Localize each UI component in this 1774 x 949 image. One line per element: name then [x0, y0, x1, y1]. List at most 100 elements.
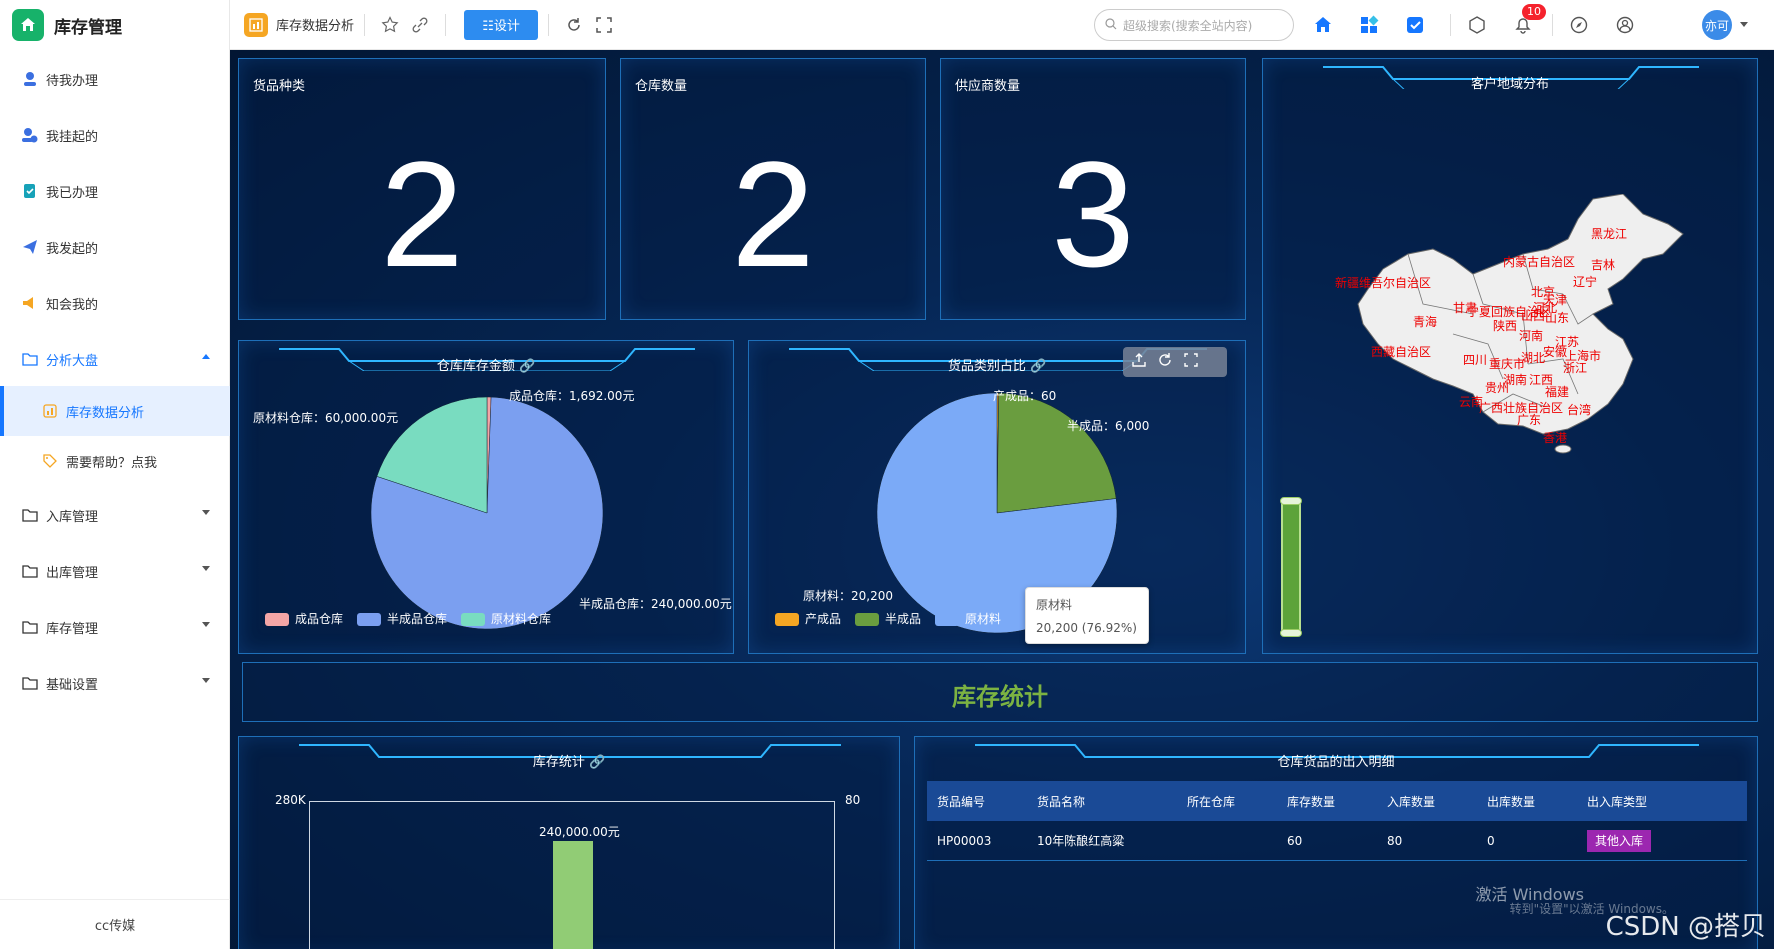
table-cell: 0 [1487, 833, 1495, 848]
search-input[interactable]: 超级搜索(搜索全站内容) [1094, 9, 1294, 41]
y-axis-tick: 80 [845, 793, 861, 807]
refresh-icon[interactable] [559, 10, 589, 40]
pie-label: 半成品：6,000 [1067, 419, 1150, 433]
chart-legend: 成品仓库 半成品仓库 原材料仓库 [265, 610, 551, 627]
divider [548, 13, 550, 36]
brand: 库存管理 [0, 0, 229, 50]
design-button[interactable]: ☷设计 [464, 9, 539, 40]
column-header[interactable]: 货品名称 [1027, 793, 1177, 810]
topbar: 库存数据分析 ☷设计 超级搜索(搜索全站内容) 10 亦可 [230, 0, 1774, 50]
legend-item[interactable]: 半成品 [855, 610, 921, 627]
notification-badge: 10 [1522, 4, 1546, 20]
sidebar-item-initiated[interactable]: 我发起的 [0, 222, 230, 272]
map-label: 贵州 [1485, 381, 1510, 395]
column-header[interactable]: 出库数量 [1477, 793, 1577, 810]
chevron-down-icon [202, 678, 210, 683]
divider [1552, 14, 1553, 36]
apps-icon[interactable] [1354, 10, 1384, 40]
stat-value: 2 [731, 130, 815, 298]
legend-item[interactable]: 原材料 [935, 610, 1001, 627]
slider-handle[interactable] [1280, 497, 1302, 505]
compass-icon[interactable] [1564, 10, 1594, 40]
chart-tooltip: 原材料 20,200 (76.92%) [1025, 587, 1149, 644]
table-cell: 80 [1387, 833, 1403, 848]
sidebar: 库存管理 待我办理 我挂起的 我已办理 我发起的 知会我的 分析大盘 库存数据分… [0, 0, 230, 949]
stat-title: 仓库数量 [635, 79, 688, 94]
home-icon[interactable] [1308, 10, 1338, 40]
folder-icon [20, 673, 40, 693]
legend-item[interactable]: 成品仓库 [265, 610, 343, 627]
sidebar-footer[interactable]: cc传媒 [0, 899, 230, 949]
bell-icon[interactable]: 10 [1508, 4, 1546, 40]
stat-title: 货品种类 [253, 79, 306, 94]
table-row[interactable]: HP00003 10年陈酿红高粱 60 80 0 其他入库 [927, 821, 1747, 861]
sidebar-item-suspended[interactable]: 我挂起的 [0, 110, 230, 160]
search-placeholder: 超级搜索(搜索全站内容) [1123, 18, 1253, 33]
slider-handle[interactable] [1280, 629, 1302, 637]
chevron-down-icon [202, 566, 210, 571]
pie-label: 成品仓库：1,692.00元 [509, 389, 635, 403]
map-label: 四川 [1463, 353, 1488, 367]
user-circle-icon[interactable] [1610, 10, 1640, 40]
app-title: 库存管理 [54, 17, 122, 38]
map-label: 西藏自治区 [1371, 345, 1432, 359]
chevron-down-icon [202, 510, 210, 515]
star-icon[interactable] [375, 10, 405, 40]
sidebar-item-stock-analysis[interactable]: 库存数据分析 [0, 386, 230, 436]
map-label: 香港 [1543, 431, 1568, 445]
link-icon[interactable]: 🔗 [589, 755, 605, 770]
bar[interactable] [553, 841, 593, 949]
column-header[interactable]: 所在仓库 [1177, 793, 1277, 810]
sidebar-item-label: 我已办理 [46, 185, 99, 201]
chevron-down-icon[interactable] [1740, 22, 1748, 27]
fullscreen-icon[interactable] [589, 10, 619, 40]
done-icon [20, 181, 40, 201]
sidebar-item-label: 基础设置 [46, 677, 99, 693]
sidebar-item-done[interactable]: 我已办理 [0, 166, 230, 216]
divider [1450, 14, 1451, 36]
column-header[interactable]: 出入库类型 [1577, 793, 1677, 810]
stat-title: 供应商数量 [955, 79, 1021, 94]
sidebar-item-notify[interactable]: 知会我的 [0, 278, 230, 328]
sidebar-item-analysis[interactable]: 分析大盘 [0, 334, 230, 384]
type-tag: 其他入库 [1587, 830, 1652, 852]
table-cell: 10年陈酿红高粱 [1037, 834, 1125, 848]
map-label: 福建 [1545, 385, 1570, 399]
column-header[interactable]: 货品编号 [927, 793, 1027, 810]
map-label: 浙江 [1563, 361, 1588, 375]
stat-card-suppliers: 供应商数量 3 [940, 58, 1246, 320]
home-logo-icon [12, 9, 44, 41]
chart-title: 库存统计 [532, 755, 585, 770]
column-header[interactable]: 库存数量 [1277, 793, 1377, 810]
banner-title: 库存统计 [952, 683, 1048, 711]
divider [445, 13, 447, 36]
folder-icon [20, 617, 40, 637]
map-label: 广东 [1517, 413, 1542, 427]
map-label: 青海 [1413, 315, 1438, 329]
legend-item[interactable]: 原材料仓库 [461, 610, 551, 627]
sidebar-item-inbound[interactable]: 入库管理 [0, 490, 230, 540]
avatar[interactable]: 亦可 [1702, 10, 1732, 40]
hexagon-icon[interactable] [1462, 10, 1492, 40]
sidebar-item-inventory[interactable]: 库存管理 [0, 602, 230, 652]
csdn-watermark: CSDN @搭贝 [1605, 912, 1766, 942]
sidebar-item-label: 需要帮助？点我 [66, 455, 158, 471]
sidebar-item-label: 分析大盘 [46, 353, 99, 369]
legend-item[interactable]: 半成品仓库 [357, 610, 447, 627]
legend-item[interactable]: 产成品 [775, 610, 841, 627]
map-label: 河南 [1519, 329, 1544, 343]
map-label: 山东 [1545, 311, 1570, 325]
sidebar-item-settings[interactable]: 基础设置 [0, 658, 230, 708]
sidebar-item-help[interactable]: 需要帮助？点我 [0, 436, 230, 486]
link-icon[interactable] [405, 10, 435, 40]
divider [364, 13, 366, 36]
column-header[interactable]: 入库数量 [1377, 793, 1477, 810]
section-banner: 库存统计 [242, 662, 1758, 722]
map-panel: 客户地域分布 黑龙江 吉林 内蒙古自治区 辽宁 新疆维吾尔自治区 北京 天津 宁… [1262, 58, 1758, 654]
visual-map-slider[interactable] [1280, 497, 1302, 637]
map-label: 吉林 [1591, 258, 1616, 272]
task-check-icon[interactable] [1400, 10, 1430, 40]
sidebar-item-outbound[interactable]: 出库管理 [0, 546, 230, 596]
pie-slice[interactable] [996, 392, 1117, 514]
sidebar-item-todo[interactable]: 待我办理 [0, 54, 230, 104]
